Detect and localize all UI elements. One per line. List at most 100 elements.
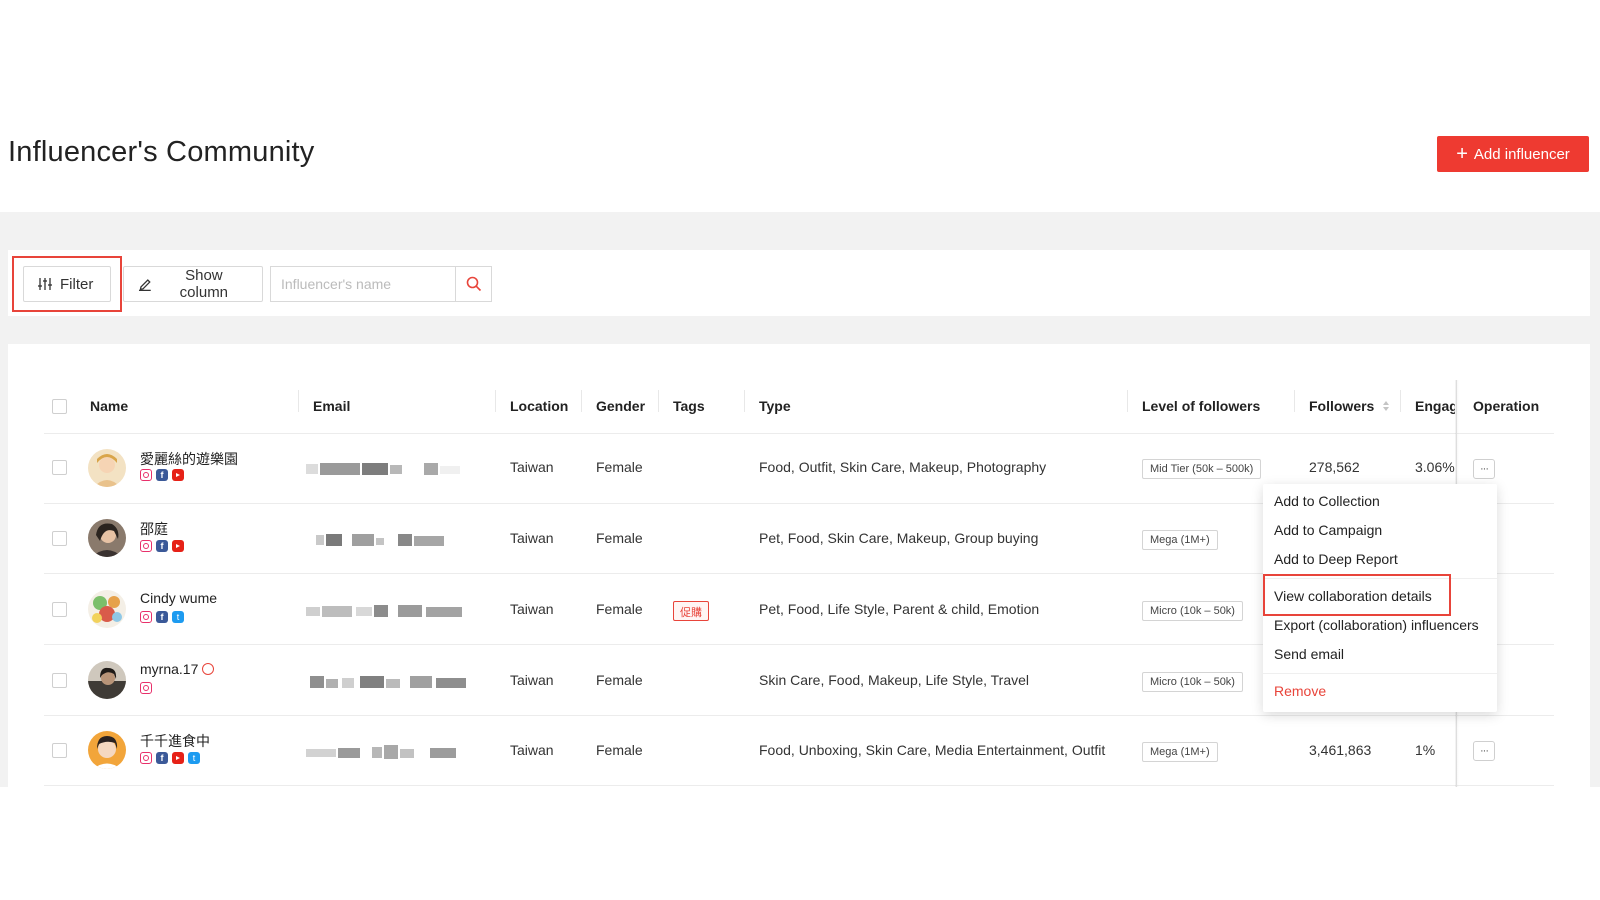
avatar[interactable] xyxy=(88,590,126,628)
location-cell: Taiwan xyxy=(510,530,554,546)
email-redacted xyxy=(306,605,462,617)
column-header-operation: Operation xyxy=(1473,398,1540,414)
menu-item-export-influencers[interactable]: Export (collaboration) influencers xyxy=(1274,617,1479,633)
toolbar: Filter Show column xyxy=(8,250,1590,316)
gender-cell: Female xyxy=(596,742,643,758)
verified-badge-icon xyxy=(202,663,215,675)
influencer-name[interactable]: 千千進食中 xyxy=(140,731,210,751)
email-redacted xyxy=(310,676,466,688)
row-checkbox[interactable] xyxy=(52,531,67,546)
type-cell: Pet, Food, Skin Care, Makeup, Group buyi… xyxy=(759,530,1039,546)
column-header-gender: Gender xyxy=(596,398,646,414)
instagram-icon[interactable] xyxy=(140,752,152,764)
column-divider xyxy=(298,390,299,412)
influencer-name[interactable]: myrna.17 xyxy=(140,661,215,677)
influencer-name[interactable]: Cindy wume xyxy=(140,590,217,606)
location-cell: Taiwan xyxy=(510,459,554,475)
column-divider xyxy=(1400,390,1401,412)
header-divider xyxy=(44,433,1554,434)
twitter-icon[interactable]: t xyxy=(188,752,200,764)
row-checkbox[interactable] xyxy=(52,460,67,475)
row-checkbox[interactable] xyxy=(52,743,67,758)
location-cell: Taiwan xyxy=(510,672,554,688)
gender-cell: Female xyxy=(596,672,643,688)
followers-cell: 278,562 xyxy=(1309,459,1360,475)
search-input[interactable] xyxy=(270,266,455,302)
gender-cell: Female xyxy=(596,601,643,617)
level-badge: Mid Tier (50k – 500k) xyxy=(1142,459,1262,479)
edit-icon xyxy=(138,279,151,291)
column-header-engagement: Engage xyxy=(1415,398,1455,414)
view-collaboration-highlight-box xyxy=(1263,574,1451,616)
avatar[interactable] xyxy=(88,449,126,487)
menu-item-add-to-campaign[interactable]: Add to Campaign xyxy=(1274,522,1382,538)
followers-cell: 3,461,863 xyxy=(1309,742,1372,758)
column-header-name: Name xyxy=(90,398,129,414)
search-button[interactable] xyxy=(455,266,492,302)
instagram-icon[interactable] xyxy=(140,682,152,694)
column-divider xyxy=(658,390,659,412)
facebook-icon[interactable]: f xyxy=(156,752,168,764)
email-redacted xyxy=(306,745,456,759)
show-column-button[interactable]: Show column xyxy=(123,266,263,302)
menu-item-remove[interactable]: Remove xyxy=(1274,683,1326,699)
tag-badge: 促購 xyxy=(673,601,709,621)
engagement-cell: 1% xyxy=(1415,742,1436,758)
facebook-icon[interactable]: f xyxy=(156,540,168,552)
more-options-button[interactable]: ··· xyxy=(1473,459,1495,479)
row-checkbox[interactable] xyxy=(52,673,67,688)
add-influencer-button[interactable]: + Add influencer xyxy=(1437,136,1589,172)
menu-item-add-to-collection[interactable]: Add to Collection xyxy=(1274,493,1380,509)
page: Influencer's Community + Add influencer … xyxy=(0,0,1600,900)
column-divider xyxy=(1294,390,1295,412)
column-divider xyxy=(744,390,745,412)
more-options-button[interactable]: ··· xyxy=(1473,741,1495,761)
social-links xyxy=(140,682,152,694)
gender-cell: Female xyxy=(596,530,643,546)
youtube-icon[interactable] xyxy=(172,752,184,764)
influencer-name-text: myrna.17 xyxy=(140,661,199,677)
column-header-email: Email xyxy=(313,398,351,414)
column-header-level: Level of followers xyxy=(1142,398,1261,414)
column-divider xyxy=(495,390,496,412)
show-column-label: Show column xyxy=(179,267,229,301)
location-cell: Taiwan xyxy=(510,742,554,758)
row-divider xyxy=(44,785,1554,786)
menu-item-add-to-deep-report[interactable]: Add to Deep Report xyxy=(1274,551,1398,567)
column-header-tags: Tags xyxy=(673,398,705,414)
followers-header-label: Followers xyxy=(1309,398,1375,414)
youtube-icon[interactable] xyxy=(172,469,184,481)
type-cell: Skin Care, Food, Makeup, Life Style, Tra… xyxy=(759,672,1030,688)
twitter-icon[interactable]: t xyxy=(172,611,184,623)
add-influencer-label: Add influencer xyxy=(1473,145,1570,163)
facebook-icon[interactable]: f xyxy=(156,611,168,623)
column-header-location: Location xyxy=(510,398,569,414)
level-badge: Mega (1M+) xyxy=(1142,742,1218,762)
facebook-icon[interactable]: f xyxy=(156,469,168,481)
email-redacted xyxy=(306,463,460,475)
select-all-checkbox[interactable] xyxy=(52,399,67,414)
avatar[interactable] xyxy=(88,731,126,769)
type-cell: Pet, Food, Life Style, Parent & child, E… xyxy=(759,601,1040,617)
avatar[interactable] xyxy=(88,661,126,699)
instagram-icon[interactable] xyxy=(140,611,152,623)
column-header-type: Type xyxy=(759,398,791,414)
search-box xyxy=(270,266,492,302)
menu-item-send-email[interactable]: Send email xyxy=(1274,646,1344,662)
column-header-followers[interactable]: Followers xyxy=(1309,398,1390,414)
instagram-icon[interactable] xyxy=(140,540,152,552)
engagement-cell: 3.06% xyxy=(1415,459,1455,475)
avatar[interactable] xyxy=(88,519,126,557)
sort-icon[interactable] xyxy=(1382,400,1390,412)
youtube-icon[interactable] xyxy=(172,540,184,552)
social-links: f xyxy=(140,540,184,552)
row-checkbox[interactable] xyxy=(52,602,67,617)
filter-highlight-box xyxy=(12,256,122,312)
instagram-icon[interactable] xyxy=(140,469,152,481)
search-icon xyxy=(466,276,481,292)
column-divider xyxy=(581,390,582,412)
column-divider xyxy=(1127,390,1128,412)
level-badge: Micro (10k – 50k) xyxy=(1142,672,1243,692)
influencer-name[interactable]: 邵庭 xyxy=(140,519,168,539)
influencer-name[interactable]: 愛麗絲的遊樂園 xyxy=(140,449,238,469)
